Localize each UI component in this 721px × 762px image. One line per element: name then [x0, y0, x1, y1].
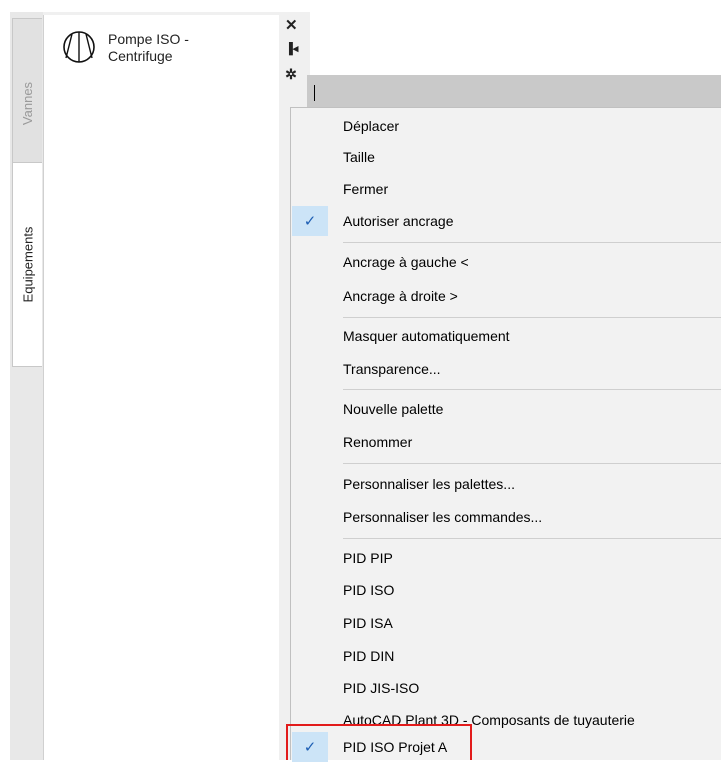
menu-item-personnaliser-commandes[interactable]: Personnaliser les commandes...	[292, 502, 721, 532]
menu-item-label: Renommer	[343, 434, 413, 450]
menu-item-pid-iso[interactable]: PID ISO	[292, 575, 721, 605]
menu-item-transparence[interactable]: Transparence...	[292, 354, 721, 384]
menu-separator	[343, 242, 721, 243]
check-icon	[292, 427, 328, 457]
tool-pompe-iso-centrifuge[interactable]: Pompe ISO - Centrifuge	[62, 30, 228, 65]
check-icon	[292, 543, 328, 573]
check-icon	[292, 502, 328, 532]
menu-item-pid-din[interactable]: PID DIN	[292, 641, 721, 671]
check-icon	[292, 469, 328, 499]
menu-item-nouvelle-palette[interactable]: Nouvelle palette	[292, 394, 721, 424]
check-icon	[292, 394, 328, 424]
tool-label: Pompe ISO - Centrifuge	[108, 31, 189, 64]
menu-item-ancrage-gauche[interactable]: Ancrage à gauche <	[292, 247, 721, 277]
menu-item-deplacer[interactable]: Déplacer	[292, 111, 721, 141]
pin-icon[interactable]: ▐◂	[285, 42, 298, 55]
menu-item-taille[interactable]: Taille	[292, 142, 721, 172]
menu-item-label: Fermer	[343, 181, 389, 197]
menu-item-masquer-automatiquement[interactable]: Masquer automatiquement	[292, 321, 721, 351]
menu-item-pid-pip[interactable]: PID PIP	[292, 543, 721, 573]
menu-item-label: PID PIP	[343, 550, 393, 566]
annotation-highlight-box	[286, 724, 472, 760]
menu-item-renommer[interactable]: Renommer	[292, 427, 721, 457]
check-icon	[292, 281, 328, 311]
menu-item-label: Taille	[343, 149, 375, 165]
menu-item-personnaliser-palettes[interactable]: Personnaliser les palettes...	[292, 469, 721, 499]
check-icon	[292, 608, 328, 638]
check-icon	[292, 174, 328, 204]
menu-item-pid-isa[interactable]: PID ISA	[292, 608, 721, 638]
menu-item-label: Personnaliser les commandes...	[343, 509, 543, 525]
menu-item-label: Transparence...	[343, 361, 441, 377]
check-icon	[292, 575, 328, 605]
tab-equipements[interactable]: Equipements	[12, 162, 42, 367]
menu-item-label: Déplacer	[343, 118, 400, 134]
drawing-area-bar	[307, 75, 721, 107]
menu-separator	[343, 463, 721, 464]
palette-content	[43, 15, 279, 760]
menu-item-label: Ancrage à gauche <	[343, 254, 469, 270]
menu-item-label: Personnaliser les palettes...	[343, 476, 515, 492]
menu-separator	[343, 317, 721, 318]
check-icon	[292, 111, 328, 141]
menu-item-autoriser-ancrage[interactable]: ✓ Autoriser ancrage	[292, 206, 721, 236]
check-icon	[292, 247, 328, 277]
check-icon: ✓	[292, 206, 328, 236]
close-icon[interactable]: ✕	[285, 16, 298, 34]
tab-equipements-label: Equipements	[20, 226, 36, 303]
check-icon	[292, 321, 328, 351]
menu-item-label: Autoriser ancrage	[343, 213, 454, 229]
menu-item-label: PID DIN	[343, 648, 395, 664]
check-icon	[292, 142, 328, 172]
menu-item-ancrage-droite[interactable]: Ancrage à droite >	[292, 281, 721, 311]
menu-item-label: Ancrage à droite >	[343, 288, 458, 304]
context-menu: Déplacer Taille Fermer ✓ Autoriser ancra…	[290, 107, 721, 762]
check-icon	[292, 354, 328, 384]
menu-item-label: Nouvelle palette	[343, 401, 444, 417]
menu-item-label: PID ISA	[343, 615, 393, 631]
tab-vannes-label: Vannes	[20, 81, 36, 125]
menu-separator	[343, 538, 721, 539]
menu-separator	[343, 389, 721, 390]
menu-item-label: PID JIS-ISO	[343, 680, 420, 696]
check-icon	[292, 673, 328, 703]
menu-item-label: PID ISO	[343, 582, 395, 598]
menu-item-label: Masquer automatiquement	[343, 328, 510, 344]
properties-icon[interactable]: ✲	[285, 66, 297, 83]
text-cursor	[314, 85, 315, 101]
menu-item-pid-jis-iso[interactable]: PID JIS-ISO	[292, 673, 721, 703]
pump-symbol-icon	[63, 31, 95, 63]
check-icon	[292, 641, 328, 671]
menu-item-fermer[interactable]: Fermer	[292, 174, 721, 204]
